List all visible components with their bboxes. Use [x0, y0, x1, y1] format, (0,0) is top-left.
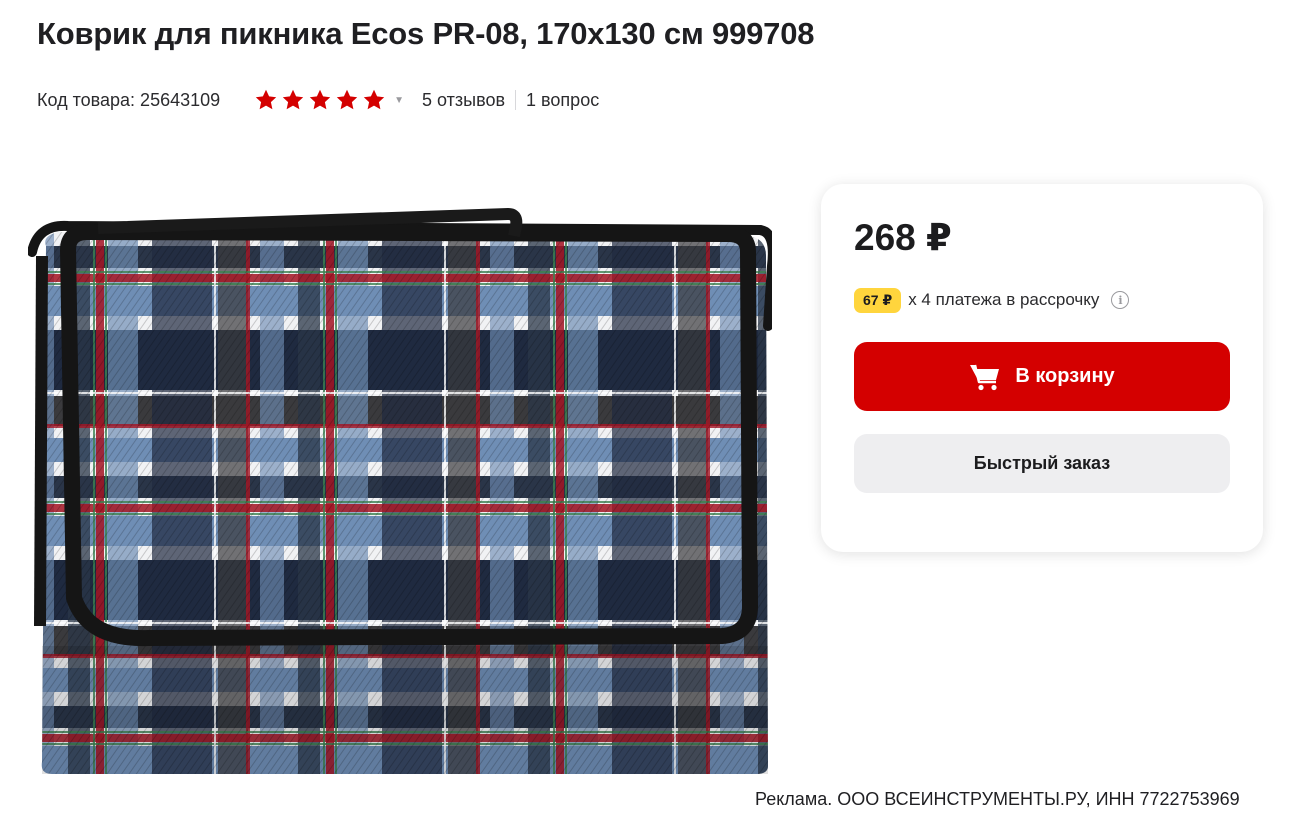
installment-text: х 4 платежа в рассрочку	[908, 290, 1100, 309]
product-meta-row: Код товара: 25643109 ▼ 5 отзывов 1 вопро…	[37, 86, 599, 114]
plaid-mat-illustration	[27, 207, 778, 774]
questions-link[interactable]: 1 вопрос	[526, 90, 599, 111]
star-icon	[281, 88, 305, 112]
installment-badge: 67 ₽	[854, 287, 902, 313]
product-image[interactable]	[27, 206, 778, 778]
quick-order-button[interactable]: Быстрый заказ	[854, 434, 1230, 493]
product-title: Коврик для пикника Ecos PR-08, 170х130 с…	[37, 16, 815, 51]
star-icon	[335, 88, 359, 112]
product-code: Код товара: 25643109	[37, 89, 221, 110]
ad-disclaimer: Реклама. ООО ВСЕИНСТРУМЕНТЫ.РУ, ИНН 7722…	[755, 789, 1240, 809]
star-icon	[362, 88, 386, 112]
divider	[515, 90, 517, 110]
quick-order-label: Быстрый заказ	[973, 453, 1111, 473]
add-to-cart-button[interactable]: В корзину	[854, 342, 1230, 411]
chevron-down-icon[interactable]: ▼	[394, 95, 404, 106]
info-icon[interactable]: i	[1111, 291, 1130, 309]
reviews-link[interactable]: 5 отзывов	[422, 90, 505, 111]
add-to-cart-label: В корзину	[1015, 365, 1115, 387]
installment-row: 67 ₽ х 4 платежа в рассрочку i	[854, 287, 1130, 313]
rating-stars[interactable]	[254, 88, 386, 112]
star-icon	[254, 88, 278, 112]
price: 268 ₽	[854, 217, 952, 258]
cart-icon	[970, 364, 1000, 390]
buy-card: 268 ₽ 67 ₽ х 4 платежа в рассрочку i В к…	[821, 184, 1263, 552]
star-icon	[308, 88, 332, 112]
